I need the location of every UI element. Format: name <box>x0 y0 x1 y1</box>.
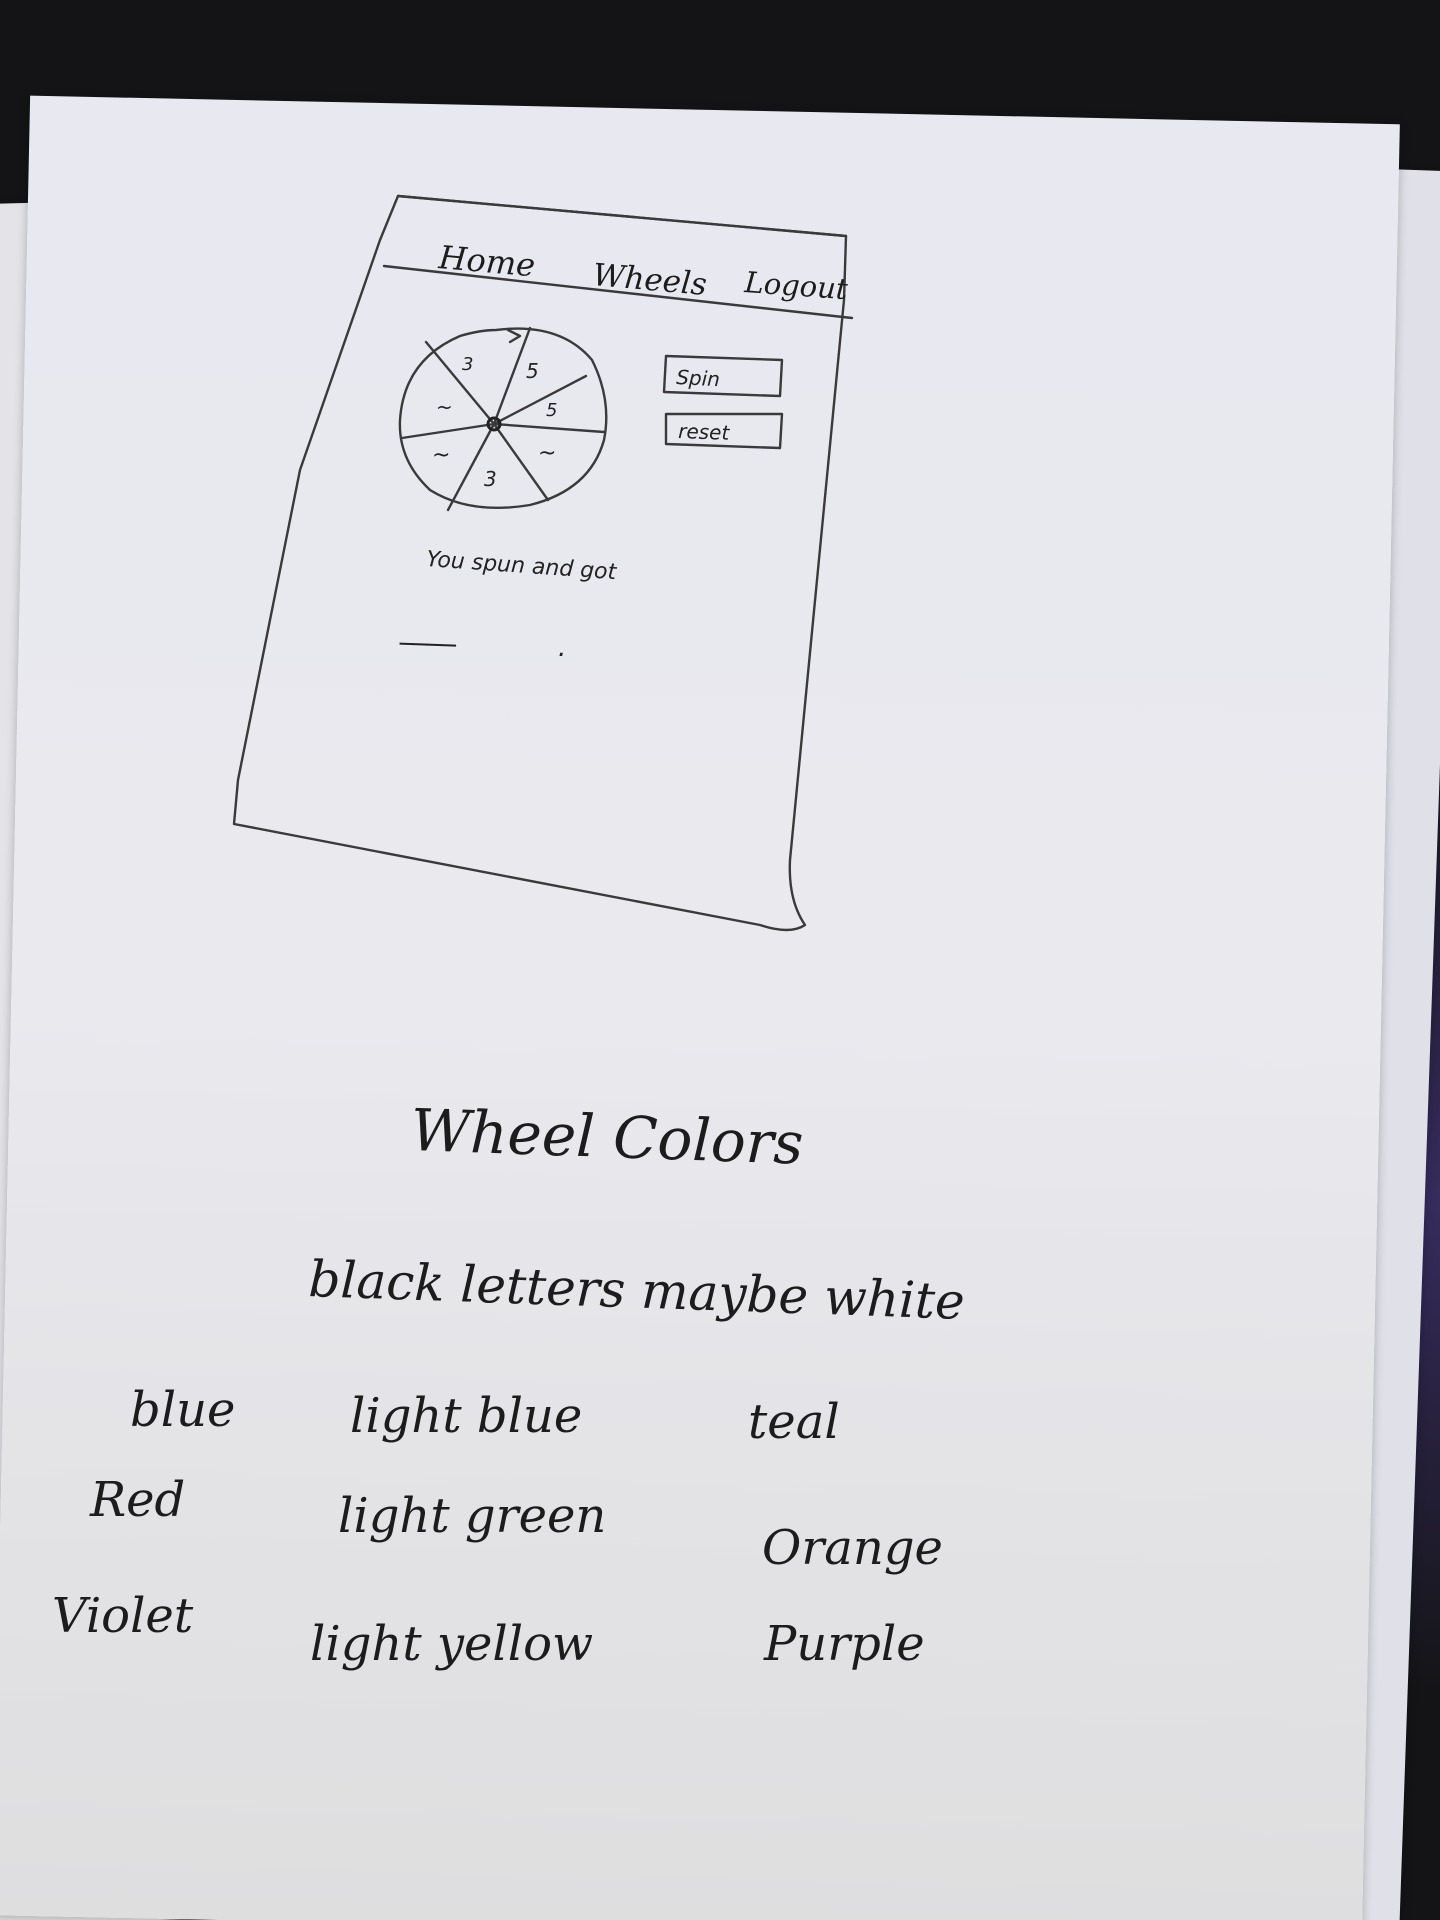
nav-home[interactable]: Home <box>436 238 536 284</box>
wheel-segment-label: 3 <box>462 354 473 375</box>
color-item: Violet <box>52 1588 194 1644</box>
reset-button-label: reset <box>678 419 731 445</box>
result-blank: ____ <box>399 612 458 647</box>
wheel-spokes <box>400 326 606 512</box>
color-item: teal <box>748 1394 840 1450</box>
wheel-segment-label: 5 <box>546 400 557 421</box>
color-item: Purple <box>763 1616 925 1672</box>
result-period: . <box>558 633 566 663</box>
color-item: light green <box>338 1488 606 1544</box>
nav-logout[interactable]: Logout <box>743 265 850 306</box>
letters-note: black letters maybe white <box>308 1250 966 1331</box>
wheel-segment-label: ~ <box>436 395 453 419</box>
color-item: blue <box>130 1382 235 1438</box>
color-item: light yellow <box>310 1616 593 1672</box>
wheel-segment-label: 5 <box>526 359 539 383</box>
wheel-pointer <box>506 328 522 344</box>
wheel-segment-label: ~ <box>538 441 556 466</box>
color-item: Orange <box>762 1520 943 1576</box>
wheel-segment-label: ~ <box>432 443 450 468</box>
spin-button-label: Spin <box>676 365 721 391</box>
nav-wheels[interactable]: Wheels <box>591 257 708 303</box>
result-text: You spun and got <box>426 547 619 585</box>
spin-button[interactable]: Spin <box>662 354 784 398</box>
color-item: Red <box>89 1472 185 1528</box>
wheel-segment-label: 3 <box>484 467 497 491</box>
notes-heading: Wheel Colors <box>410 1096 805 1178</box>
color-list: blue light blue teal Red light green Ora… <box>52 1382 943 1672</box>
mockup-frame-top <box>396 194 848 238</box>
color-item: light blue <box>350 1388 582 1444</box>
wireframe-sketch: Home Wheels Logout 3 5 5 ~ ~ ~ 3 Spin re… <box>52 194 966 1672</box>
spinner-wheel[interactable]: 3 5 5 ~ ~ ~ 3 <box>398 326 608 512</box>
reset-button[interactable]: reset <box>664 412 784 450</box>
